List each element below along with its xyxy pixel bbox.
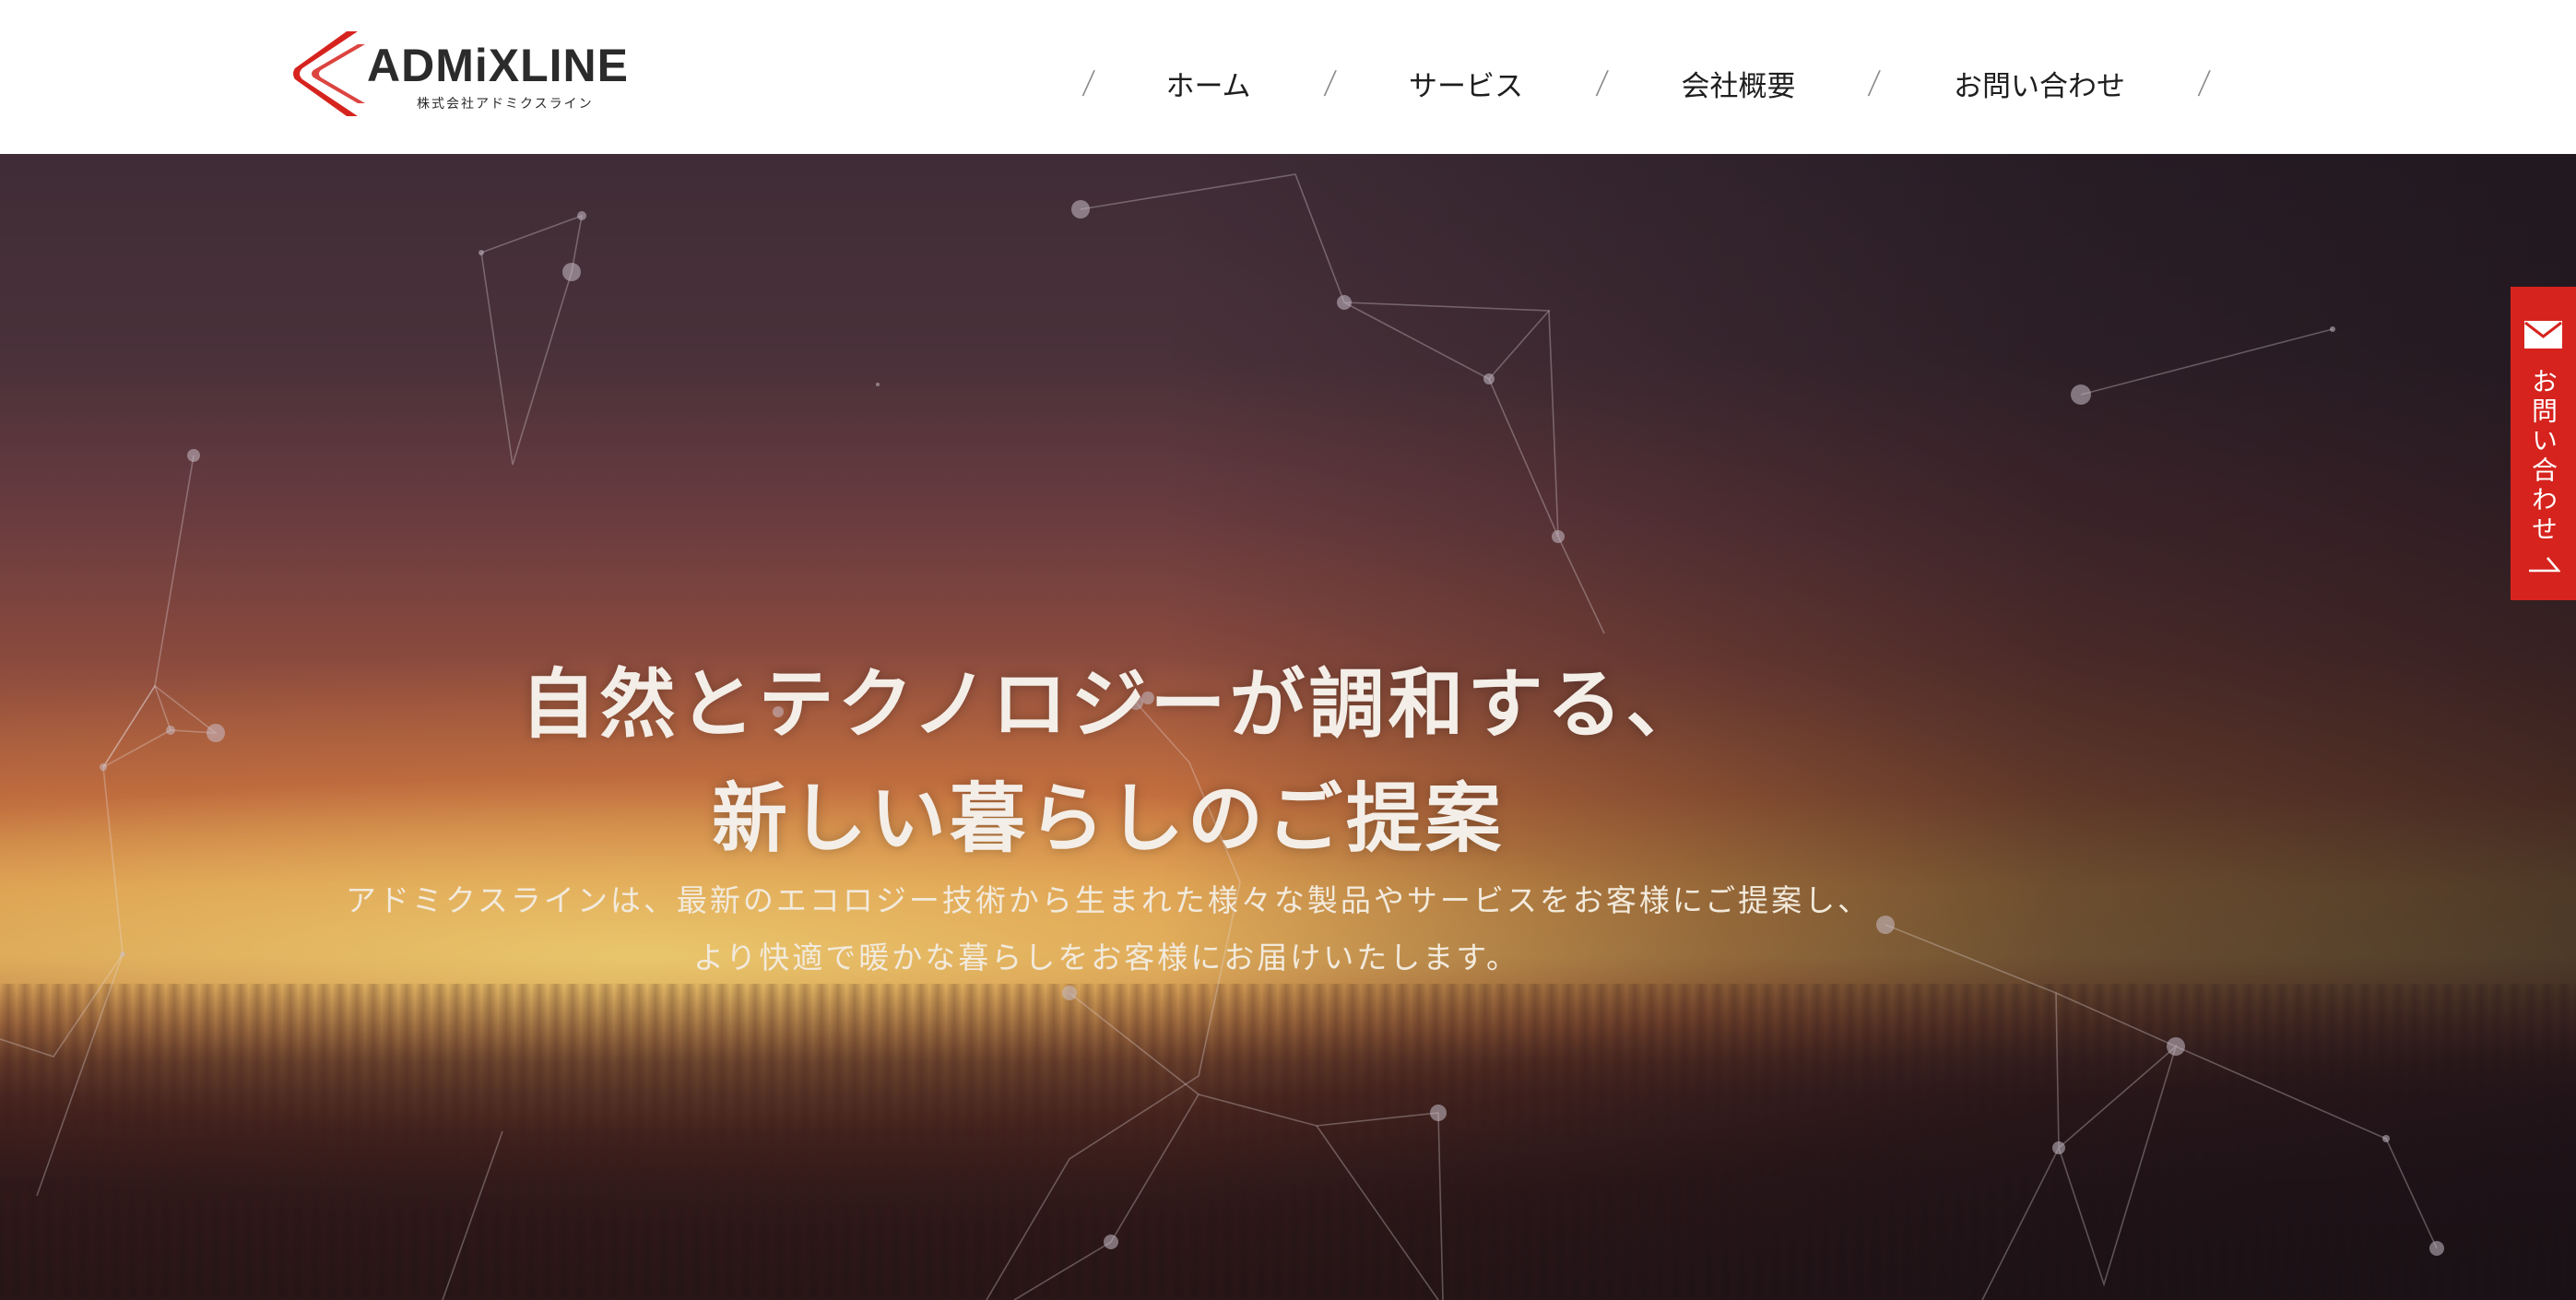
hero-headline-line2: 新しい暮らしのご提案 (711, 774, 1505, 863)
main-nav: / ホーム / サービス / 会社概要 / お問い合わせ / (1081, 55, 2212, 111)
nav-item-home[interactable]: ホーム (1093, 63, 1324, 104)
site-header: ADMiXLINE 株式会社アドミクスライン / ホーム / サービス / 会社… (0, 0, 2576, 154)
logo-chevron-icon (293, 31, 365, 116)
hero-section: 自然とテクノロジーが調和する、 新しい暮らしのご提案 アドミクスラインは、最新の… (0, 154, 2576, 1300)
side-contact-button[interactable]: お問い合わせ (2511, 287, 2576, 600)
hero-lead-line2: より快適で暖かな暮らしをお客様にお届けいたします。 (692, 940, 1520, 975)
arrow-icon (2529, 557, 2560, 573)
logo-company-name: 株式会社アドミクスライン (417, 97, 594, 112)
hero-lead-line1: アドミクスラインは、最新のエコロジー技術から生まれた様々な製品やサービスをお客様… (345, 882, 1872, 918)
logo-wordmark: ADMiXLINE (367, 40, 629, 91)
hero-headline: 自然とテクノロジーが調和する、 新しい暮らしのご提案 (0, 647, 2576, 876)
mail-icon (2524, 321, 2562, 349)
nav-item-company[interactable]: 会社概要 (1607, 63, 1869, 104)
nav-item-contact[interactable]: お問い合わせ (1880, 63, 2199, 104)
hero-headline-line1: 自然とテクノロジーが調和する、 (520, 659, 1706, 749)
side-contact-label: お問い合わせ (2528, 368, 2558, 545)
nav-item-services[interactable]: サービス (1335, 63, 1597, 104)
site-logo[interactable]: ADMiXLINE 株式会社アドミクスライン (293, 28, 628, 120)
hero-lead-text: アドミクスラインは、最新のエコロジー技術から生まれた様々な製品やサービスをお客様… (0, 872, 2576, 987)
